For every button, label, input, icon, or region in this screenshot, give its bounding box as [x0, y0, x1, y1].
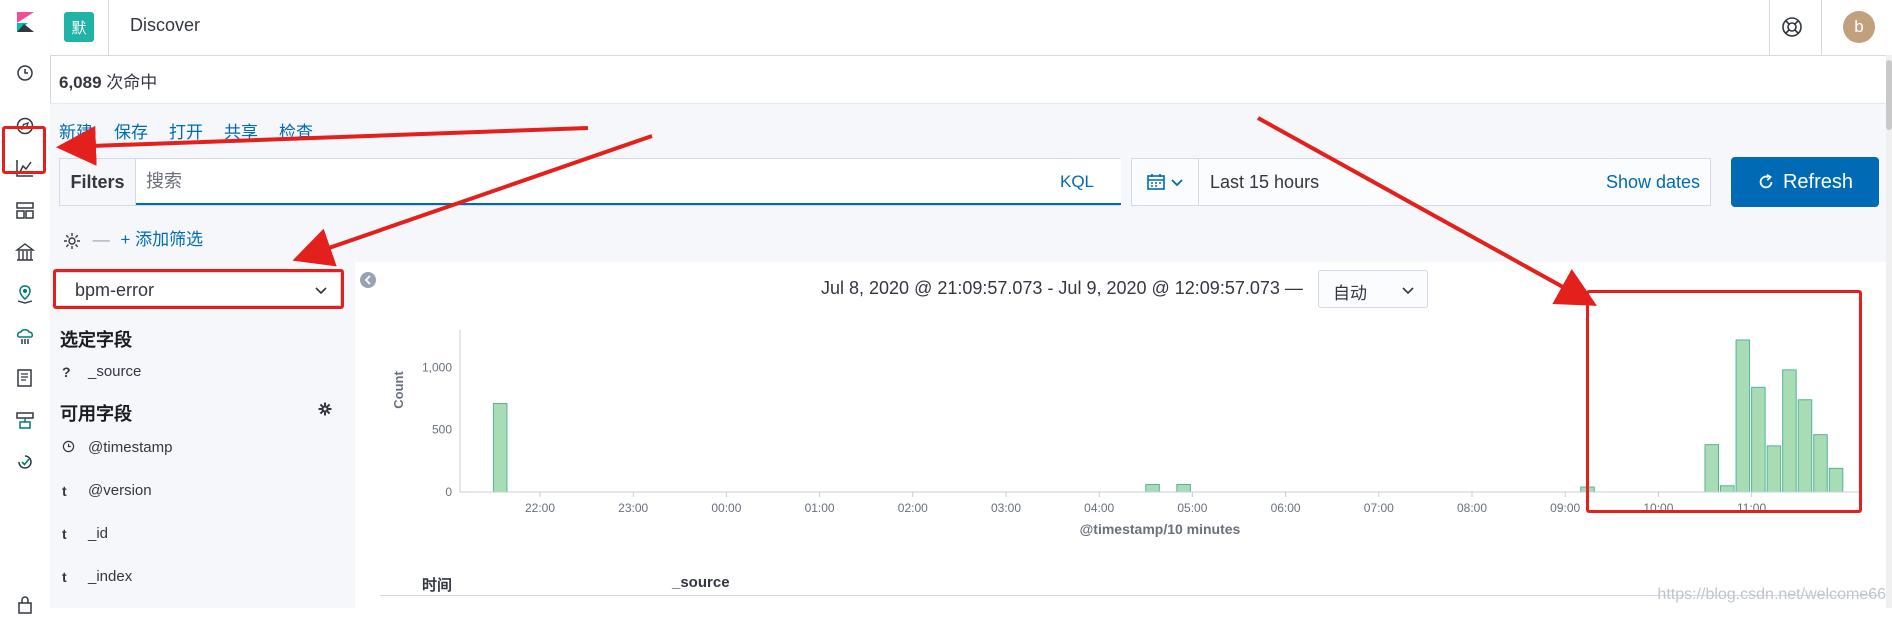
annotation-arrows — [56, 116, 1597, 306]
